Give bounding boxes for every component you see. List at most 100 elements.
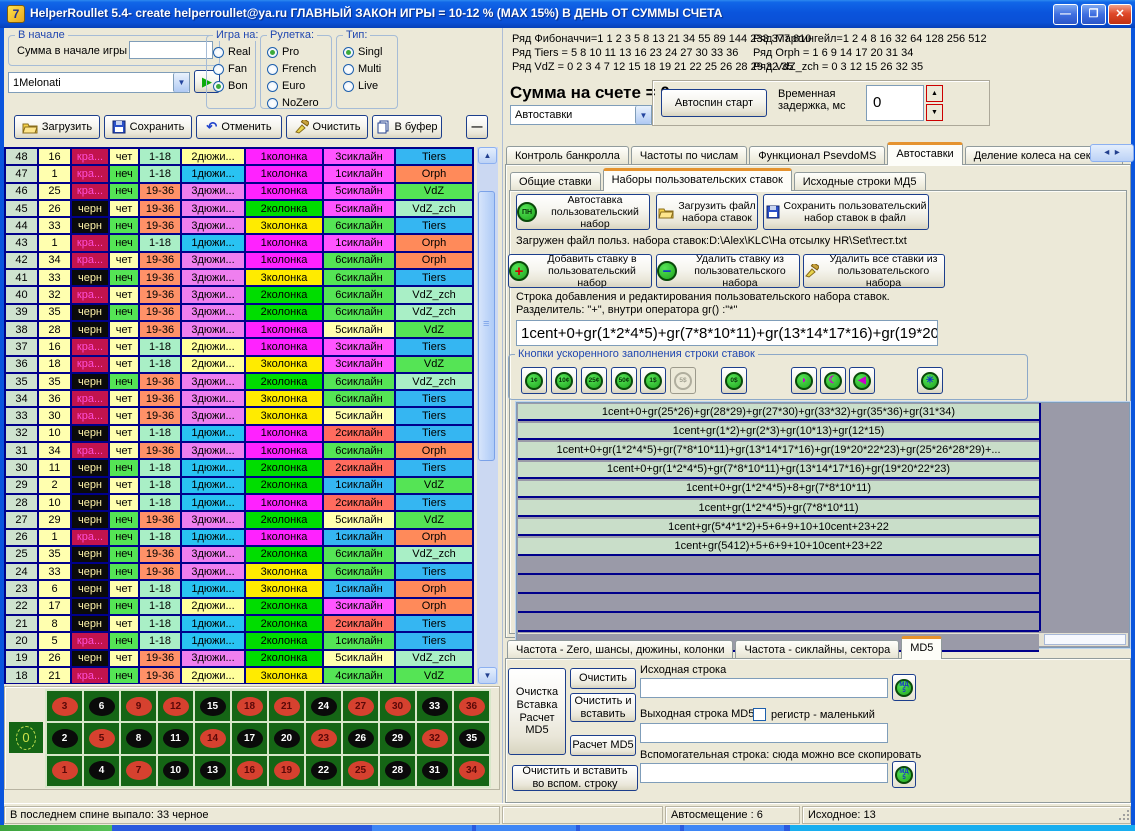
board-cell-14[interactable]: 14 bbox=[195, 723, 230, 753]
table-row[interactable]: 2535черннеч19-363дюжи...2колонка6сиклайн… bbox=[6, 547, 474, 564]
radio-singl[interactable]: Singl bbox=[343, 45, 382, 59]
start-button[interactable] bbox=[0, 825, 112, 831]
taskbar-item[interactable] bbox=[580, 825, 680, 831]
mode-combobox[interactable]: Автоставки ▼ bbox=[510, 105, 652, 125]
scrollbar-thumb[interactable] bbox=[478, 191, 495, 461]
board-cell-15[interactable]: 15 bbox=[195, 691, 230, 721]
bet-list-item[interactable]: 1cent+gr(1*2)+gr(2*3)+gr(10*13)+gr(12*15… bbox=[518, 423, 1039, 440]
tab-4[interactable]: Автоставки bbox=[887, 142, 962, 165]
toolbar-button-4[interactable]: Очистить bbox=[286, 115, 368, 139]
tab-scroll-left-icon[interactable]: ◂ bbox=[1104, 147, 1109, 158]
board-cell-22[interactable]: 22 bbox=[306, 756, 341, 786]
md5-clear-and-paste-button[interactable]: Очистить и вставить bbox=[570, 693, 636, 722]
bet-list[interactable]: 1cent+0+gr(25*26)+gr(28*29)+gr(27*30)+gr… bbox=[516, 402, 1130, 648]
chevron-down-icon[interactable]: ▼ bbox=[173, 73, 189, 92]
board-cell-24[interactable]: 24 bbox=[306, 691, 341, 721]
table-row[interactable]: 4433черннеч19-363дюжи...3колонка6сиклайн… bbox=[6, 218, 474, 235]
board-cell-17[interactable]: 17 bbox=[232, 723, 267, 753]
table-row[interactable]: 2433черннеч19-363дюжи...3колонка6сиклайн… bbox=[6, 564, 474, 581]
spinner-up-icon[interactable]: ▲ bbox=[926, 85, 943, 102]
close-button[interactable]: ✕ bbox=[1108, 4, 1132, 25]
board-cell-20[interactable]: 20 bbox=[269, 723, 304, 753]
bet-list-item[interactable]: 1cent+0+gr(25*26)+gr(28*29)+gr(27*30)+gr… bbox=[518, 404, 1039, 421]
strategy-combobox[interactable]: 1Melonati ▼ bbox=[8, 72, 190, 93]
radio-pro[interactable]: Pro bbox=[267, 45, 319, 59]
taskbar-item[interactable] bbox=[372, 825, 472, 831]
toolbar-button-1[interactable]: Загрузить bbox=[14, 115, 100, 139]
table-row[interactable]: 4816кра...чет1-182дюжи...1колонка3сиклай… bbox=[6, 149, 474, 166]
maximize-button[interactable]: ❒ bbox=[1081, 4, 1106, 25]
table-row[interactable]: 236чернчет1-181дюжи...3колонка1сиклайнOr… bbox=[6, 581, 474, 598]
radio-nozero[interactable]: NoZero bbox=[267, 96, 319, 110]
md5-clear-button[interactable]: Очистить bbox=[570, 668, 636, 689]
table-row[interactable]: 292чернчет1-181дюжи...2колонка1сиклайнVd… bbox=[6, 478, 474, 495]
board-cell-27[interactable]: 27 bbox=[343, 691, 378, 721]
set-button-2[interactable]: Загрузить файл набора ставок bbox=[656, 194, 758, 230]
edit-button-2[interactable]: −Удалить ставку из пользовательского наб… bbox=[656, 254, 800, 288]
table-row[interactable]: 4133черннеч19-363дюжи...3колонка6сиклайн… bbox=[6, 270, 474, 287]
bet-list-item[interactable]: 1cent+gr(5*4*1*2)+5+6+9+10+10cent+23+22 bbox=[518, 519, 1039, 536]
start-sum-input[interactable] bbox=[129, 41, 213, 59]
board-cell-32[interactable]: 32 bbox=[417, 723, 452, 753]
radio-fan[interactable]: Fan bbox=[213, 62, 251, 76]
board-cell-26[interactable]: 26 bbox=[343, 723, 378, 753]
md5-aux-input[interactable] bbox=[640, 763, 888, 783]
roulette-zero-cell[interactable]: 0 bbox=[9, 722, 43, 753]
quick-bet-button-9[interactable]: ☾ bbox=[820, 367, 846, 394]
table-row[interactable]: 3716кра...чет1-182дюжи...1колонка3сиклай… bbox=[6, 339, 474, 356]
table-scrollbar[interactable]: ▲ ▼ bbox=[477, 147, 498, 684]
table-row[interactable]: 3535черннеч19-363дюжи...2колонка6сиклайн… bbox=[6, 374, 474, 391]
board-cell-1[interactable]: 1 bbox=[47, 756, 82, 786]
toolbar-button-2[interactable]: Сохранить bbox=[104, 115, 192, 139]
minimize-button[interactable]: — bbox=[1053, 4, 1078, 25]
taskbar-item[interactable] bbox=[476, 825, 576, 831]
set-button-1[interactable]: ПНАвтоставка пользовательский набор bbox=[516, 194, 650, 230]
delay-spinner-value[interactable]: 0 bbox=[866, 85, 924, 121]
md5-calc-button[interactable]: Расчет MD5 bbox=[570, 735, 636, 756]
bet-list-item[interactable]: 1cent+gr(5412)+5+6+9+10+10cent+23+22 bbox=[518, 538, 1039, 555]
board-cell-12[interactable]: 12 bbox=[158, 691, 193, 721]
radio-real[interactable]: Real bbox=[213, 45, 251, 59]
quick-bet-button-10[interactable]: ◀ bbox=[849, 367, 875, 394]
subtab-1[interactable]: Общие ставки bbox=[510, 172, 601, 191]
toolbar-button-5[interactable]: В буфер bbox=[372, 115, 442, 139]
table-row[interactable]: 218чернчет1-181дюжи...2колонка2сиклайнTi… bbox=[6, 616, 474, 633]
table-row[interactable]: 2217черннеч1-182дюжи...2колонка3сиклайнO… bbox=[6, 599, 474, 616]
board-cell-7[interactable]: 7 bbox=[121, 756, 156, 786]
table-row[interactable]: 3210чернчет1-181дюжи...1колонка2сиклайнT… bbox=[6, 426, 474, 443]
quick-bet-button-7[interactable]: 0$ bbox=[721, 367, 747, 394]
table-row[interactable]: 4625кра...неч19-363дюжи...1колонка5сикла… bbox=[6, 184, 474, 201]
spinner-down-icon[interactable]: ▼ bbox=[926, 104, 943, 121]
chevron-down-icon[interactable]: ▼ bbox=[635, 106, 651, 124]
scroll-down-icon[interactable]: ▼ bbox=[478, 667, 497, 684]
table-row[interactable]: 4526чернчет19-363дюжи...2колонка5сиклайн… bbox=[6, 201, 474, 218]
quick-bet-button-5[interactable]: 1$ bbox=[640, 367, 666, 394]
board-cell-16[interactable]: 16 bbox=[232, 756, 267, 786]
board-cell-29[interactable]: 29 bbox=[380, 723, 415, 753]
board-cell-36[interactable]: 36 bbox=[454, 691, 489, 721]
collapse-button[interactable]: — bbox=[466, 115, 488, 139]
board-cell-35[interactable]: 35 bbox=[454, 723, 489, 753]
table-row[interactable]: 2729черннеч19-363дюжи...2колонка5сиклайн… bbox=[6, 512, 474, 529]
taskbar[interactable] bbox=[0, 825, 1135, 831]
table-row[interactable]: 3618кра...чет1-182дюжи...3колонка3сиклай… bbox=[6, 357, 474, 374]
table-row[interactable]: 3935черннеч19-363дюжи...2колонка6сиклайн… bbox=[6, 305, 474, 322]
bet-list-item[interactable]: 1cent+0+gr(1*2*4*5)+8+gr(7*8*10*11) bbox=[518, 481, 1039, 498]
subtab-2[interactable]: Наборы пользовательских ставок bbox=[603, 168, 792, 191]
radio-bon[interactable]: Bon bbox=[213, 79, 251, 93]
table-row[interactable]: 261кра...неч1-181дюжи...1колонка1сиклайн… bbox=[6, 530, 474, 547]
radio-multi[interactable]: Multi bbox=[343, 62, 382, 76]
autospin-start-button[interactable]: Автоспин старт bbox=[661, 89, 767, 117]
table-row[interactable]: 4234кра...чет19-363дюжи...1колонка6сикла… bbox=[6, 253, 474, 270]
table-row[interactable]: 3828чернчет19-363дюжи...1колонка5сиклайн… bbox=[6, 322, 474, 339]
bet-string-input[interactable]: 1cent+0+gr(1*2*4*5)+gr(7*8*10*11)+gr(13*… bbox=[516, 320, 938, 346]
board-cell-34[interactable]: 34 bbox=[454, 756, 489, 786]
board-cell-33[interactable]: 33 bbox=[417, 691, 452, 721]
tab-2[interactable]: Частоты по числам bbox=[631, 146, 747, 165]
board-cell-4[interactable]: 4 bbox=[84, 756, 119, 786]
tab-3[interactable]: Функционал PsevdoMS bbox=[749, 146, 885, 165]
md5-clear-paste-aux-button[interactable]: Очистить и вставить во вспом. строку bbox=[512, 765, 638, 791]
radio-french[interactable]: French bbox=[267, 62, 319, 76]
title-bar[interactable]: 7 HelperRoullet 5.4- create helperroulle… bbox=[0, 0, 1135, 28]
hscrollbar-thumb[interactable] bbox=[1044, 634, 1126, 645]
